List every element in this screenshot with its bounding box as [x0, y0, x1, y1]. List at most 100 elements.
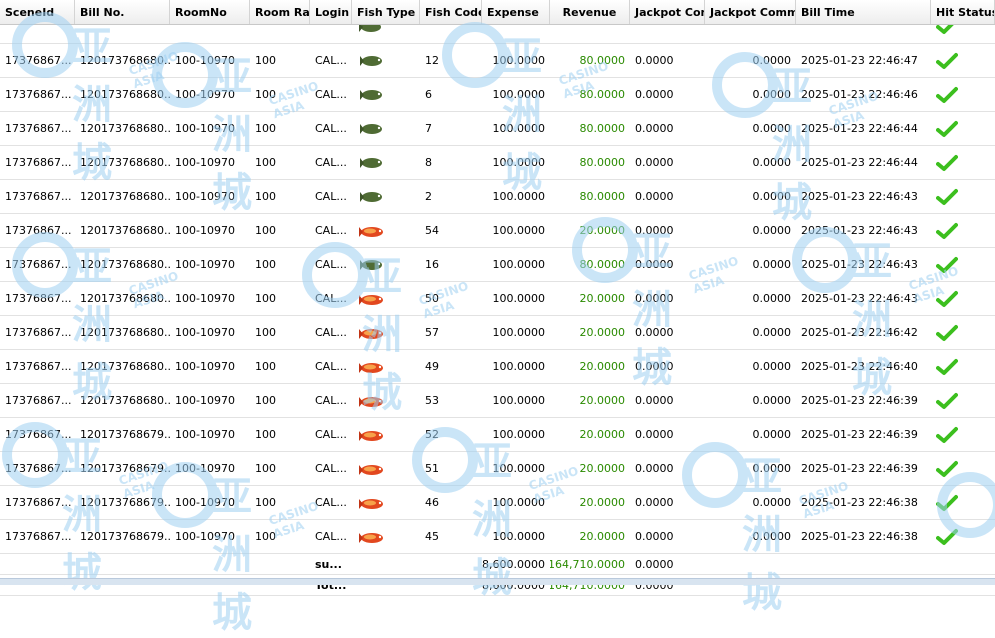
- check-icon: [931, 78, 995, 111]
- cell-jackpot-con: 0.0000: [635, 360, 674, 373]
- col-header-room-no[interactable]: RoomNo: [170, 0, 250, 24]
- green-fish-icon: [352, 44, 420, 77]
- cell-room-rate: 100: [255, 496, 276, 509]
- cell-scene-id: 17376867...: [5, 54, 72, 67]
- cell-bill-no: 120173768680...: [80, 292, 170, 305]
- table-row[interactable]: 17376867... 120173768680... 100-10970 100 CA…: [0, 180, 995, 214]
- cell-expense: 100.0000: [492, 258, 546, 271]
- cell-revenue: 20.0000: [579, 496, 626, 509]
- table-row[interactable]: 17376867... 120173768680... 100-10970 100 CA…: [0, 282, 995, 316]
- check-icon: [931, 44, 995, 77]
- table-row[interactable]: 17376867... 120173768680... 100-10970 100 CA…: [0, 44, 995, 78]
- cell-bill-no: 120173768680...: [80, 122, 170, 135]
- cell-revenue: 20.0000: [579, 292, 626, 305]
- orange-fish-icon: [352, 418, 420, 451]
- cell-room-rate: 100: [255, 428, 276, 441]
- col-header-expense[interactable]: Expense: [482, 0, 550, 24]
- cell-expense: 100.0000: [492, 428, 546, 441]
- table-row[interactable]: 17376867... 120173768679... 100-10970 100 CA…: [0, 520, 995, 554]
- cell-room-no: 100-10970: [175, 530, 235, 543]
- col-header-bill-time[interactable]: Bill Time: [796, 0, 931, 24]
- cell-bill-no: 120173768680...: [80, 224, 170, 237]
- table-row[interactable]: 17376867... 120173768679... 100-10970 100 CA…: [0, 452, 995, 486]
- cell-revenue: 20.0000: [579, 428, 626, 441]
- table-row[interactable]: 17376867... 120173768680... 100-10970 100 CA…: [0, 316, 995, 350]
- cell-fish-code: 50: [425, 292, 439, 305]
- cell-bill-time: 2025-01-23 22:46:39: [801, 462, 918, 475]
- orange-fish-icon: [352, 384, 420, 417]
- orange-fish-icon: [352, 214, 420, 247]
- table-row[interactable]: 17376867... 120173768680... 100-10970 100 CA…: [0, 214, 995, 248]
- cell-bill-no: 120173768680...: [80, 156, 170, 169]
- col-header-jackpot-comm[interactable]: Jackpot Comm: [705, 0, 796, 24]
- cell-bill-time: 2025-01-23 22:46:43: [801, 224, 918, 237]
- cell-room-rate: 100: [255, 190, 276, 203]
- bill-grid: SceneId Bill No. RoomNo Room Rat Login F…: [0, 0, 995, 596]
- col-header-scene-id[interactable]: SceneId: [0, 0, 75, 24]
- cell-bill-no: 120173768680...: [80, 326, 170, 339]
- cell-revenue: 20.0000: [579, 530, 626, 543]
- col-header-hit-status[interactable]: Hit Status: [931, 0, 995, 24]
- cell-scene-id: 17376867...: [5, 88, 72, 101]
- cell-bill-no: 120173768680...: [80, 54, 170, 67]
- table-row[interactable]: 17376867... 120173768679... 100-10970 100 CA…: [0, 418, 995, 452]
- cell-bill-time: 2025-01-23 22:46:44: [801, 122, 918, 135]
- table-row[interactable]: 17376867... 120173768680... 100-10970 100 CA…: [0, 350, 995, 384]
- cell-jackpot-con: 0.0000: [635, 394, 674, 407]
- table-row[interactable]: 17376867... 120173768680... 100-10970 100 CA…: [0, 384, 995, 418]
- check-icon: [931, 384, 995, 417]
- partial-table-row[interactable]: [0, 25, 995, 44]
- table-row[interactable]: 17376867... 120173768680... 100-10970 100 CA…: [0, 146, 995, 180]
- cell-fish-code: 7: [425, 122, 432, 135]
- table-row[interactable]: 17376867... 120173768680... 100-10970 100 CA…: [0, 78, 995, 112]
- col-header-login[interactable]: Login: [310, 0, 352, 24]
- cell-room-no: 100-10970: [175, 258, 235, 271]
- cell-revenue: 80.0000: [579, 156, 626, 169]
- cell-fish-code: 12: [425, 54, 439, 67]
- cell-bill-no: 120173768680...: [80, 258, 170, 271]
- cell-bill-no: 120173768679...: [80, 462, 170, 475]
- cell-fish-code: 46: [425, 496, 439, 509]
- cell-room-no: 100-10970: [175, 292, 235, 305]
- cell-expense: 100.0000: [492, 224, 546, 237]
- table-row[interactable]: 17376867... 120173768679... 100-10970 100 CA…: [0, 486, 995, 520]
- cell-scene-id: 17376867...: [5, 190, 72, 203]
- check-icon: [931, 25, 995, 43]
- cell-expense: 100.0000: [492, 292, 546, 305]
- cell-jackpot-comm: 0.0000: [752, 156, 792, 169]
- col-header-fish-code[interactable]: Fish Code: [420, 0, 482, 24]
- cell-revenue: 80.0000: [579, 54, 626, 67]
- col-header-room-rate[interactable]: Room Rat: [250, 0, 310, 24]
- cell-jackpot-con: 0.0000: [635, 292, 674, 305]
- table-row[interactable]: 17376867... 120173768680... 100-10970 100 CA…: [0, 248, 995, 282]
- cell-bill-time: 2025-01-23 22:46:47: [801, 54, 918, 67]
- table-row[interactable]: 17376867... 120173768680... 100-10970 100 CA…: [0, 112, 995, 146]
- cell-room-no: 100-10970: [175, 88, 235, 101]
- cell-bill-time: 2025-01-23 22:46:43: [801, 190, 918, 203]
- cell-login: CAL...: [315, 326, 347, 339]
- cell-expense: 100.0000: [492, 156, 546, 169]
- col-header-bill-no[interactable]: Bill No.: [75, 0, 170, 24]
- cell-room-rate: 100: [255, 292, 276, 305]
- cell-room-no: 100-10970: [175, 224, 235, 237]
- orange-fish-icon: [352, 282, 420, 315]
- col-header-revenue[interactable]: Revenue: [550, 0, 630, 24]
- cell-login: CAL...: [315, 496, 347, 509]
- cell-revenue: 80.0000: [579, 88, 626, 101]
- cell-fish-code: 8: [425, 156, 432, 169]
- cell-jackpot-con: 0.0000: [635, 224, 674, 237]
- cell-bill-no: 120173768680...: [80, 88, 170, 101]
- cell-scene-id: 17376867...: [5, 224, 72, 237]
- col-header-jackpot-con[interactable]: Jackpot Con: [630, 0, 705, 24]
- col-header-fish-type[interactable]: Fish Type: [352, 0, 420, 24]
- cell-login: CAL...: [315, 88, 347, 101]
- check-icon: [931, 520, 995, 553]
- cell-revenue: 80.0000: [579, 122, 626, 135]
- cell-bill-time: 2025-01-23 22:46:38: [801, 530, 918, 543]
- cell-expense: 100.0000: [492, 530, 546, 543]
- cell-room-rate: 100: [255, 88, 276, 101]
- cell-bill-time: 2025-01-23 22:46:46: [801, 88, 918, 101]
- cell-bill-time: 2025-01-23 22:46:40: [801, 360, 918, 373]
- cell-scene-id: 17376867...: [5, 258, 72, 271]
- cell-bill-no: 120173768680...: [80, 360, 170, 373]
